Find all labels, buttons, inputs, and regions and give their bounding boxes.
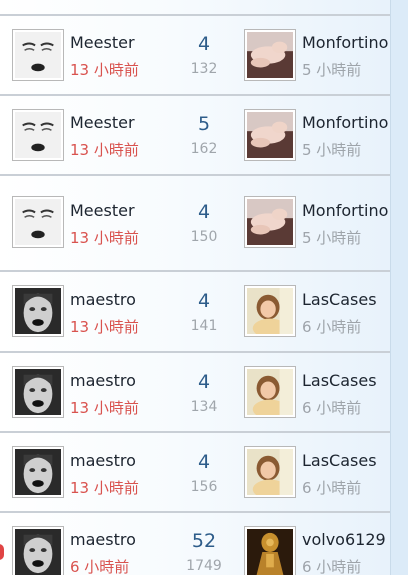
last-poster-name[interactable]: LasCases bbox=[302, 451, 377, 470]
author-name[interactable]: Meester bbox=[70, 113, 135, 132]
list-item[interactable]: maestro 13 小時前 4 141 LasCases 6 小時前 bbox=[0, 270, 390, 351]
golden-statue-icon[interactable] bbox=[244, 526, 296, 575]
author-time: 6 小時前 bbox=[70, 558, 130, 575]
reply-count: 4 bbox=[197, 451, 211, 473]
photo-woman-icon[interactable] bbox=[244, 446, 296, 498]
unread-indicator bbox=[0, 544, 4, 560]
face-sketch-icon[interactable] bbox=[12, 109, 64, 161]
author-time: 13 小時前 bbox=[70, 318, 139, 336]
last-poster-time: 6 小時前 bbox=[302, 558, 362, 575]
author-name[interactable]: maestro bbox=[70, 371, 136, 390]
view-count: 150 bbox=[190, 229, 218, 245]
list-item[interactable]: maestro 13 小時前 4 156 LasCases 6 小時前 bbox=[0, 431, 390, 511]
face-sketch-icon[interactable] bbox=[12, 29, 64, 81]
list-item[interactable]: Meester 13 小時前 4 150 Monfortino 5 小時前 bbox=[0, 174, 390, 270]
last-poster-name[interactable]: LasCases bbox=[302, 371, 377, 390]
view-count: 141 bbox=[190, 318, 218, 334]
author-time: 13 小時前 bbox=[70, 141, 139, 159]
list-item[interactable]: Meester 13 小時前 5 162 Monfortino 5 小時前 bbox=[0, 94, 390, 174]
view-count: 132 bbox=[190, 61, 218, 77]
reply-count: 4 bbox=[197, 201, 211, 223]
photo-reclining-icon[interactable] bbox=[244, 109, 296, 161]
face-lips-icon[interactable] bbox=[12, 446, 64, 498]
reply-count: 52 bbox=[191, 530, 217, 552]
reply-count: 4 bbox=[197, 290, 211, 312]
last-poster-time: 6 小時前 bbox=[302, 318, 362, 336]
list-item[interactable]: maestro 13 小時前 4 134 LasCases 6 小時前 bbox=[0, 351, 390, 431]
author-name[interactable]: maestro bbox=[70, 530, 136, 549]
reply-count: 4 bbox=[197, 33, 211, 55]
last-poster-name[interactable]: LasCases bbox=[302, 290, 377, 309]
author-name[interactable]: maestro bbox=[70, 451, 136, 470]
last-poster-name[interactable]: Monfortino bbox=[302, 113, 388, 132]
author-time: 13 小時前 bbox=[70, 61, 139, 79]
photo-reclining-icon[interactable] bbox=[244, 29, 296, 81]
face-lips-icon[interactable] bbox=[12, 526, 64, 575]
scrollbar-track[interactable] bbox=[390, 0, 408, 575]
photo-reclining-icon[interactable] bbox=[244, 196, 296, 248]
last-poster-time: 6 小時前 bbox=[302, 479, 362, 497]
last-poster-time: 5 小時前 bbox=[302, 61, 362, 79]
last-poster-time: 5 小時前 bbox=[302, 141, 362, 159]
view-count: 156 bbox=[190, 479, 218, 495]
face-sketch-icon[interactable] bbox=[12, 196, 64, 248]
last-poster-name[interactable]: Monfortino bbox=[302, 201, 388, 220]
reply-count: 5 bbox=[197, 113, 211, 135]
last-poster-name[interactable]: Monfortino bbox=[302, 33, 388, 52]
face-lips-icon[interactable] bbox=[12, 285, 64, 337]
list-item[interactable]: Meester 13 小時前 4 132 Monfortino 5 小時前 bbox=[0, 14, 390, 94]
last-poster-name[interactable]: volvo6129 bbox=[302, 530, 386, 549]
author-name[interactable]: Meester bbox=[70, 33, 135, 52]
author-name[interactable]: maestro bbox=[70, 290, 136, 309]
photo-woman-icon[interactable] bbox=[244, 285, 296, 337]
thread-list-panel: Meester 13 小時前 4 132 Monfortino 5 小時前 Me… bbox=[0, 0, 390, 575]
view-count: 1749 bbox=[186, 558, 222, 574]
author-time: 13 小時前 bbox=[70, 399, 139, 417]
author-time: 13 小時前 bbox=[70, 229, 139, 247]
last-poster-time: 6 小時前 bbox=[302, 399, 362, 417]
reply-count: 4 bbox=[197, 371, 211, 393]
last-poster-time: 5 小時前 bbox=[302, 229, 362, 247]
author-name[interactable]: Meester bbox=[70, 201, 135, 220]
list-item[interactable]: maestro 6 小時前 52 1749 volvo6129 6 小時前 bbox=[0, 511, 390, 575]
face-lips-icon[interactable] bbox=[12, 366, 64, 418]
author-time: 13 小時前 bbox=[70, 479, 139, 497]
view-count: 162 bbox=[190, 141, 218, 157]
view-count: 134 bbox=[190, 399, 218, 415]
photo-woman-icon[interactable] bbox=[244, 366, 296, 418]
